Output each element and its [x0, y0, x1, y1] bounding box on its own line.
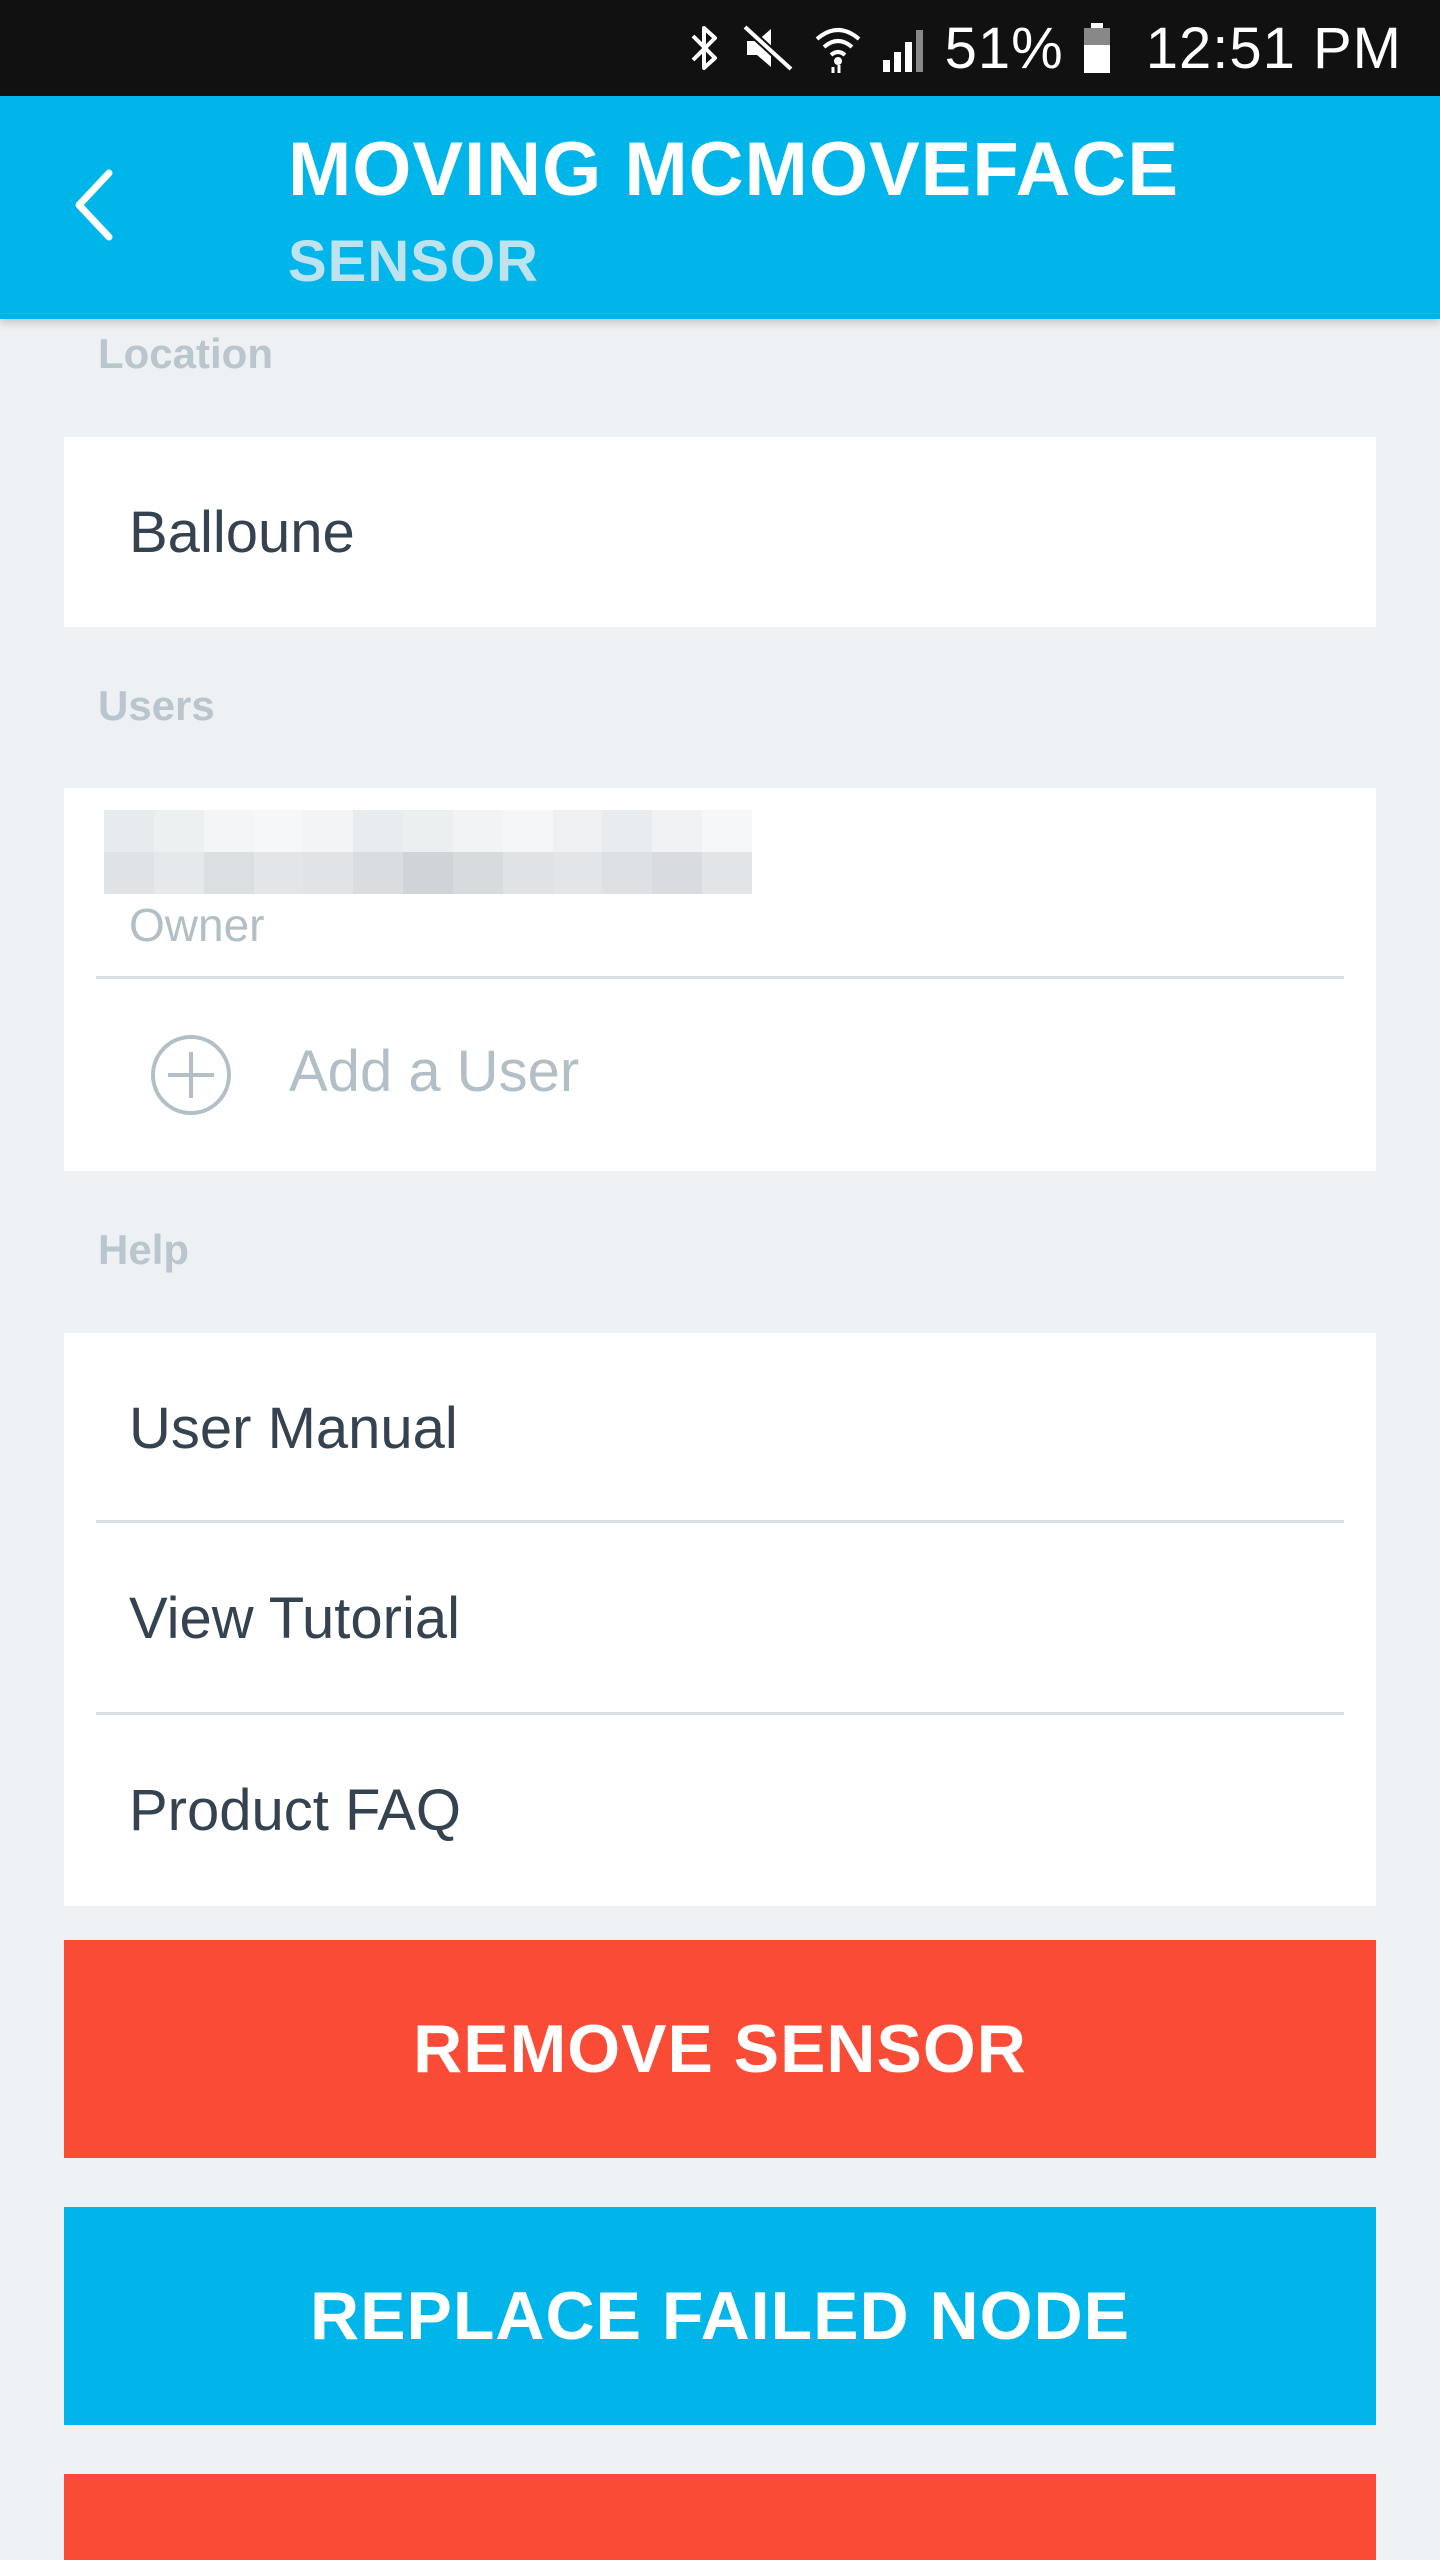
page-title: MOVING MCMOVEFACE: [288, 127, 1180, 212]
battery-icon: [1082, 23, 1112, 73]
help-item-user-manual[interactable]: User Manual: [64, 1333, 1376, 1521]
help-item-label: Product FAQ: [129, 1778, 462, 1843]
help-card: User Manual View Tutorial Product FAQ: [64, 1333, 1376, 1906]
additional-action-button[interactable]: [64, 2474, 1376, 2560]
help-item-label: User Manual: [129, 1396, 458, 1461]
remove-sensor-button[interactable]: REMOVE SENSOR: [64, 1940, 1376, 2158]
user-role: Owner: [129, 899, 265, 951]
add-user-label: Add a User: [289, 1039, 580, 1104]
status-bar: 51% 12:51 PM: [0, 0, 1440, 96]
help-item-product-faq[interactable]: Product FAQ: [64, 1715, 1376, 1906]
user-row[interactable]: Owner: [64, 788, 1376, 978]
wifi-icon: [813, 23, 863, 73]
add-user-button[interactable]: Add a User: [64, 986, 1376, 1171]
signal-icon: [881, 24, 931, 72]
page-subtitle: SENSOR: [288, 229, 539, 294]
help-item-view-tutorial[interactable]: View Tutorial: [64, 1523, 1376, 1713]
location-card[interactable]: Balloune: [64, 437, 1376, 627]
plus-circle-icon: [150, 1034, 232, 1116]
user-name-redacted: [104, 810, 752, 894]
bluetooth-icon: [687, 22, 723, 74]
section-label-help: Help: [98, 1226, 190, 1273]
app-bar: MOVING MCMOVEFACE SENSOR: [0, 96, 1440, 319]
users-card: Owner Add a User: [64, 788, 1376, 1171]
section-label-users: Users: [98, 682, 215, 729]
replace-failed-node-button[interactable]: REPLACE FAILED NODE: [64, 2207, 1376, 2425]
help-item-label: View Tutorial: [129, 1586, 460, 1651]
battery-percent: 51%: [944, 15, 1064, 81]
mute-icon: [741, 23, 795, 73]
clock: 12:51 PM: [1145, 15, 1402, 81]
chevron-left-icon: [65, 165, 125, 250]
divider: [96, 976, 1344, 979]
location-value: Balloune: [129, 500, 355, 565]
back-button[interactable]: [40, 152, 150, 262]
section-label-location: Location: [98, 330, 273, 377]
